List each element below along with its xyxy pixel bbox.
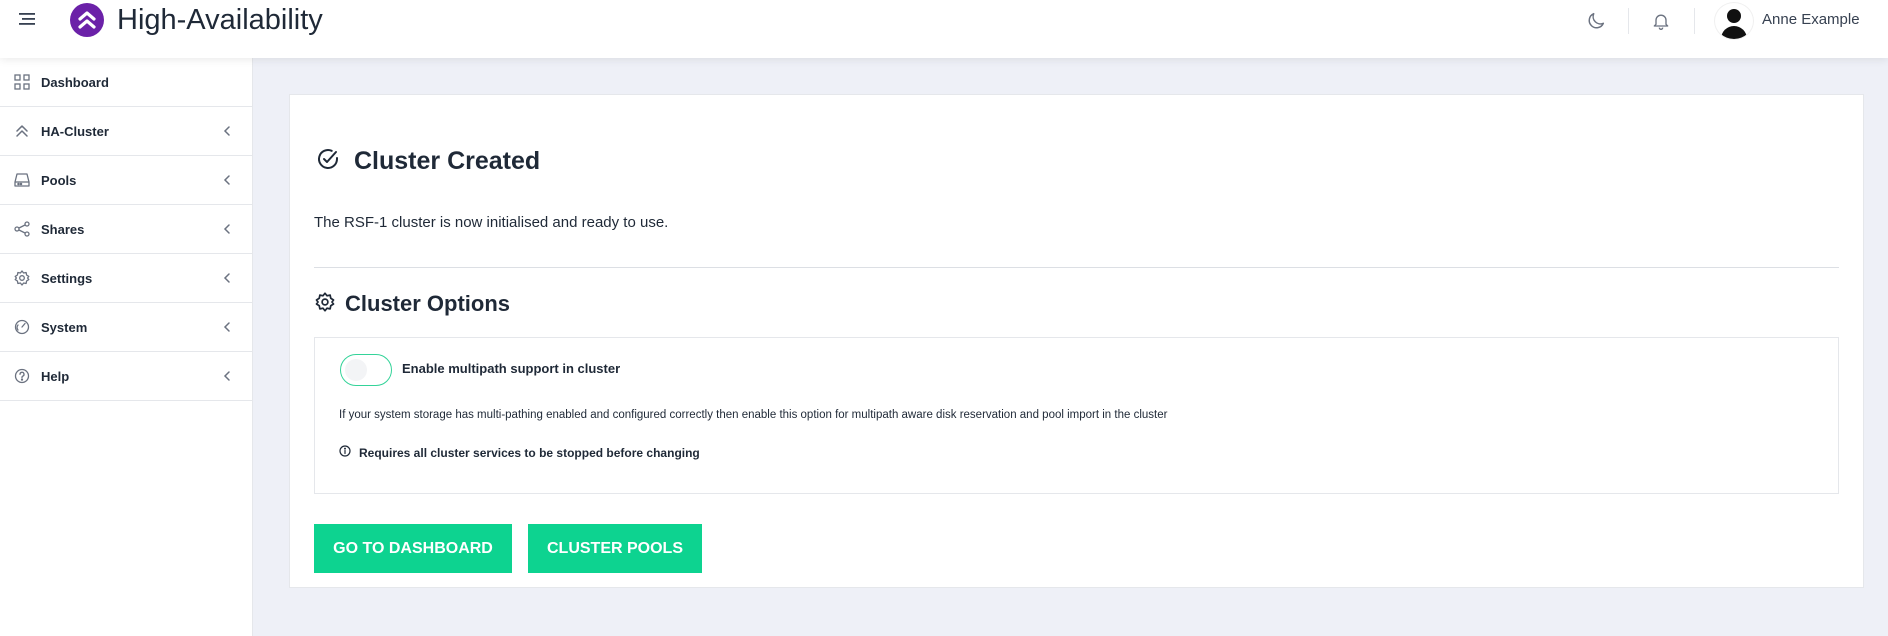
top-bar: High-Availability Anne Example [0, 0, 1888, 58]
multipath-help-text: If your system storage has multi-pathing… [339, 409, 1168, 421]
sidebar: Dashboard HA-Cluster Pools Shares Settin… [0, 58, 253, 636]
info-icon [339, 444, 351, 462]
section-title: Cluster Options [345, 291, 511, 316]
gear-icon [315, 291, 335, 317]
sidebar-item-shares[interactable]: Shares [0, 205, 252, 254]
sidebar-item-label: HA-Cluster [41, 123, 109, 139]
chevron-left-icon [223, 322, 230, 332]
sidebar-item-label: Settings [41, 270, 93, 286]
cluster-created-card: Cluster Created The RSF-1 cluster is now… [289, 94, 1864, 588]
go-to-dashboard-button[interactable]: GO TO DASHBOARD [314, 524, 512, 573]
chevron-left-icon [223, 224, 230, 234]
sidebar-item-label: Help [41, 368, 70, 384]
dark-mode-moon-icon[interactable] [1583, 8, 1609, 34]
sidebar-item-label: Dashboard [41, 74, 109, 90]
chevron-left-icon [223, 273, 230, 283]
question-icon [13, 367, 31, 385]
sidebar-item-dashboard[interactable]: Dashboard [0, 58, 252, 107]
sidebar-item-pools[interactable]: Pools [0, 156, 252, 205]
sidebar-item-label: Shares [41, 221, 85, 237]
menu-icon[interactable] [17, 10, 37, 28]
drive-icon [13, 171, 31, 189]
sidebar-item-help[interactable]: Help [0, 352, 252, 401]
cluster-options-heading: Cluster Options [315, 291, 510, 317]
sidebar-item-system[interactable]: System [0, 303, 252, 352]
sidebar-item-settings[interactable]: Settings [0, 254, 252, 303]
sidebar-item-ha-cluster[interactable]: HA-Cluster [0, 107, 252, 156]
toggle-knob [345, 359, 367, 381]
multipath-options-panel: Enable multipath support in cluster If y… [314, 337, 1839, 494]
double-chevron-up-icon [13, 122, 31, 140]
cluster-pools-button[interactable]: CLUSTER POOLS [528, 524, 702, 573]
chevron-left-icon [223, 371, 230, 381]
toolbar-divider [1628, 8, 1629, 34]
sidebar-item-label: Pools [41, 172, 77, 188]
multipath-warning-text: Requires all cluster services to be stop… [359, 446, 700, 460]
gauge-icon [13, 318, 31, 336]
section-divider [314, 267, 1839, 268]
user-avatar[interactable] [1714, 2, 1754, 40]
grid-icon [13, 73, 31, 91]
toolbar-divider [1694, 8, 1695, 34]
notifications-bell-icon[interactable] [1648, 8, 1674, 34]
sidebar-item-label: System [41, 319, 88, 335]
page-title: Cluster Created [354, 147, 541, 175]
cluster-created-heading: Cluster Created [316, 147, 540, 176]
share-icon [13, 220, 31, 238]
app-logo [70, 3, 104, 37]
user-name[interactable]: Anne Example [1762, 11, 1860, 28]
chevron-left-icon [223, 175, 230, 185]
multipath-toggle[interactable] [340, 354, 392, 386]
multipath-warning: Requires all cluster services to be stop… [339, 444, 700, 462]
check-circle-icon [316, 147, 340, 176]
cluster-created-description: The RSF-1 cluster is now initialised and… [314, 214, 669, 231]
gear-icon [13, 269, 31, 287]
multipath-toggle-label: Enable multipath support in cluster [402, 361, 621, 376]
chevron-left-icon [223, 126, 230, 136]
app-title: High-Availability [117, 4, 323, 36]
